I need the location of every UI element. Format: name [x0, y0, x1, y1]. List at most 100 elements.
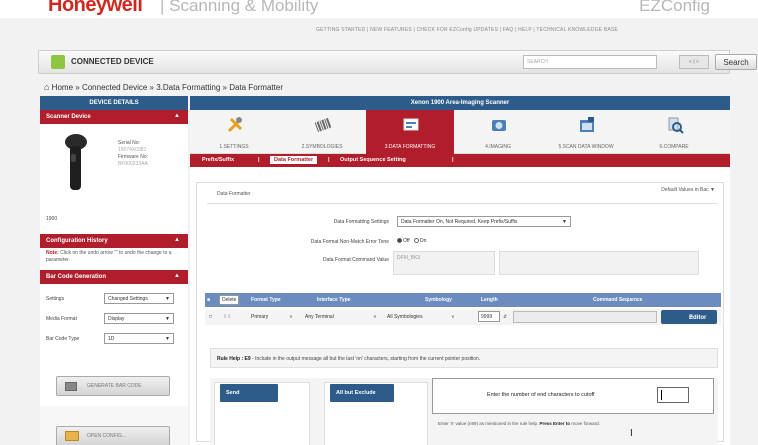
serial-value: 15074X0381 — [118, 147, 147, 153]
search-input[interactable]: SEARCH — [523, 55, 657, 69]
tab-imaging-label: 4.IMAGING — [485, 144, 511, 150]
breadcrumb-data-formatting[interactable]: 3.Data Formatting — [156, 83, 220, 92]
connected-device-title: CONNECTED DEVICE — [71, 57, 154, 66]
tools-icon — [227, 117, 243, 133]
select-all-checkbox[interactable]: ■ — [207, 297, 210, 303]
dropdown-caret-icon: ∨ — [289, 314, 293, 320]
default-values-label: Default Values in Bac — [661, 187, 709, 193]
length-input[interactable]: 9999 — [478, 311, 500, 322]
subtab-data-formatter[interactable]: Data Formatter — [270, 156, 318, 164]
note-text: Enter 'n' value (n99) as mentioned in th… — [438, 421, 539, 426]
formatting-settings-value: Data Formatter On, Not Required, Keep Pr… — [401, 219, 518, 225]
editor-button[interactable]: Editor ⌃ — [661, 310, 717, 324]
media-format-value: Display — [108, 316, 125, 322]
tab-settings[interactable]: 1.SETTINGS — [190, 110, 278, 154]
settings-value: Changed Settings — [108, 296, 148, 302]
config-history-section[interactable]: Configuration History ▲ — [40, 234, 188, 248]
col-command-sequence: Command Sequence — [593, 297, 643, 303]
rule-help: Rule Help : E9 - Include in the output m… — [210, 348, 718, 368]
breadcrumb-home[interactable]: Home — [52, 83, 73, 92]
command-sequence-input[interactable] — [513, 311, 657, 323]
barcode-print-icon — [65, 382, 77, 391]
dropdown-caret-icon: ▼ — [165, 336, 170, 342]
rule-help-text: - Include in the output message all but … — [250, 356, 481, 362]
settings-select[interactable]: Changed Settings ▼ — [104, 293, 174, 304]
row-checkbox[interactable]: □ — [209, 314, 212, 320]
dropdown-caret-icon: ∨ — [451, 314, 455, 320]
dropdown-caret-icon: ▼ — [562, 219, 567, 225]
barcode-generation-section[interactable]: Bar Code Generation ▲ — [40, 270, 188, 284]
radio-dot-icon — [413, 238, 419, 244]
breadcrumb-sep: » — [75, 83, 80, 92]
all-but-exclude-button[interactable]: All but Exclude — [330, 384, 394, 402]
search-button[interactable]: Search — [715, 54, 757, 70]
cutoff-count-input[interactable] — [657, 387, 689, 403]
settings-label: Settings — [46, 296, 65, 302]
tab-scan-data-window[interactable]: 5.SCAN DATA WINDOW — [542, 110, 630, 154]
data-formatting-icon — [403, 118, 419, 131]
radio-on[interactable]: On — [413, 238, 427, 244]
honeywell-logo: Honeywell — [48, 0, 143, 16]
workflow-tabs: 1.SETTINGS 2.SYMBOLOGIES 3.DATA FORMATTI… — [190, 110, 730, 154]
panel-title: Data Formatter — [217, 191, 251, 197]
note-text: Click on the undo arrow "" to undo the c… — [46, 250, 172, 263]
send-command-button[interactable]: Send — [220, 384, 278, 402]
tab-compare[interactable]: 6.COMPARE — [630, 110, 718, 154]
radio-on-label: On — [419, 238, 427, 244]
row-symbology[interactable]: All Symbologies — [387, 314, 423, 320]
tab-scan-data-window-label: 5.SCAN DATA WINDOW — [558, 144, 614, 150]
breadcrumb-sep: » — [222, 83, 227, 92]
stepper-icon[interactable]: ⇵ — [503, 314, 507, 320]
media-format-select[interactable]: Display ▼ — [104, 313, 174, 324]
barcode-type-select[interactable]: 1D ▼ — [104, 333, 174, 344]
cutoff-prompt-box: Enter the number of end characters to cu… — [432, 378, 714, 414]
generate-barcode-button[interactable]: GENERATE BAR CODE — [56, 376, 170, 396]
command-value-field[interactable]: DFM_BK3 — [393, 251, 495, 275]
chevron-up-icon: ⌃ — [689, 316, 695, 322]
connected-device-bar: CONNECTED DEVICE SEARCH « | » Search — [38, 50, 757, 74]
subtab-bar: Prefix/Suffix | Data Formatter | Output … — [190, 154, 730, 167]
delete-button[interactable]: Delete — [219, 295, 240, 305]
collapse-arrow-icon[interactable]: ▲ — [174, 113, 180, 119]
home-icon[interactable]: ⌂ — [44, 82, 49, 92]
collapse-arrow-icon[interactable]: ▲ — [174, 273, 180, 279]
subtab-output-sequence[interactable]: Output Sequence Setting — [340, 157, 406, 163]
formatting-settings-select[interactable]: Data Formatter On, Not Required, Keep Pr… — [397, 216, 571, 227]
scanner-image — [65, 134, 87, 190]
tab-imaging[interactable]: 4.IMAGING — [454, 110, 542, 154]
command-value-label: Data Format Command Value — [322, 257, 389, 263]
breadcrumb-sep: » — [149, 83, 154, 92]
tab-symbologies[interactable]: 2.SYMBOLOGIES — [278, 110, 366, 154]
device-model: 1900 — [46, 216, 58, 222]
pager-buttons[interactable]: « | » — [679, 55, 709, 69]
scanner-title-header: Xenon 1900 Area-Imaging Scanner — [190, 96, 730, 110]
tab-data-formatting[interactable]: 3.DATA FORMATTING — [366, 110, 454, 154]
sidebar: DEVICE DETAILS Scanner Device ▲ Serial N… — [40, 96, 188, 445]
camera-icon — [492, 120, 506, 131]
row-interface[interactable]: Any Terminal — [305, 314, 334, 320]
rule-help-label: Rule Help : E9 — [217, 356, 251, 362]
format-table-header: ■ Delete Format Type Interface Type Symb… — [205, 293, 721, 307]
subtab-prefix-suffix[interactable]: Prefix/Suffix — [202, 157, 234, 163]
scanner-device-label: Scanner Device — [46, 114, 91, 120]
scanner-device-section[interactable]: Scanner Device ▲ — [40, 110, 188, 124]
media-format-label: Media Format — [46, 316, 77, 322]
undo-arrow-icon[interactable]: ⇧⇩ — [223, 314, 231, 320]
row-format-type[interactable]: Primary — [251, 314, 268, 320]
main-panel: Xenon 1900 Area-Imaging Scanner 1.SETTIN… — [190, 96, 730, 445]
top-nav-links[interactable]: GETTING STARTED | NEW FEATURES | CHECK F… — [316, 27, 618, 33]
folder-icon — [65, 431, 79, 441]
cutoff-note: Enter 'n' value (n99) as mentioned in th… — [438, 420, 678, 427]
open-config-button[interactable]: OPEN CONFIG... — [56, 426, 170, 445]
default-values-link[interactable]: Default Values in Bac ▼ — [661, 187, 715, 193]
breadcrumb-connected-device[interactable]: Connected Device — [82, 83, 147, 92]
collapse-arrow-icon[interactable]: ▲ — [174, 237, 180, 243]
radio-dot-icon — [397, 238, 402, 244]
command-value-extra-field[interactable] — [499, 251, 699, 275]
col-symbology: Symbology — [425, 297, 452, 303]
compare-icon — [668, 117, 684, 134]
note-label: Note: — [46, 250, 59, 256]
radio-off[interactable]: Off — [397, 238, 410, 244]
formatting-settings-label: Data Formatting Settings — [333, 219, 389, 225]
serial-label: Serial No: — [118, 140, 140, 146]
